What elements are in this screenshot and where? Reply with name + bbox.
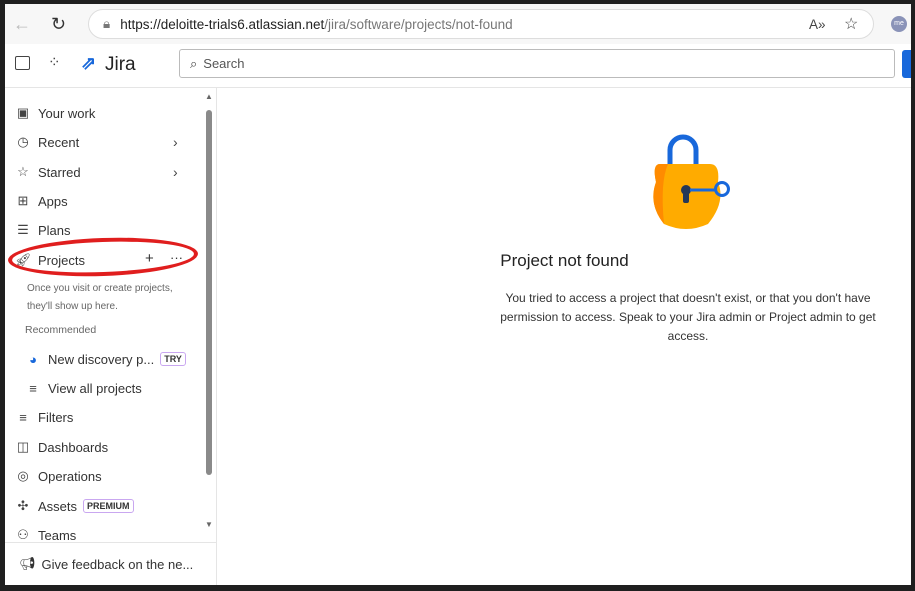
back-icon[interactable]: ← (13, 14, 31, 35)
app-name[interactable]: Jira (105, 54, 136, 76)
sidebar-item-view-all-projects[interactable]: ≡ View all projects (25, 377, 142, 399)
sidebar-item-new-discovery[interactable]: ◕ New discovery p... TRY (25, 348, 186, 370)
error-description: You tried to access a project that doesn… (500, 291, 876, 343)
sidebar-item-plans[interactable]: ☰ Plans (15, 219, 70, 241)
favorite-star-icon[interactable]: ☆ (844, 14, 858, 34)
jira-logo-icon[interactable]: ⇗ (81, 53, 96, 74)
sidebar-scrollbar[interactable] (206, 110, 212, 475)
padlock-illustration (653, 134, 730, 229)
dashboard-icon: ◫ (16, 439, 30, 454)
address-bar[interactable]: 🔒︎ https://deloitte-trials6.atlassian.ne… (88, 9, 874, 39)
chevron-right-icon[interactable]: › (173, 134, 178, 150)
sidebar-item-filters[interactable]: ≡ Filters (15, 406, 73, 428)
sidebar-item-apps[interactable]: ⊞ Apps (15, 190, 68, 212)
teams-icon: ⚇ (17, 527, 29, 542)
app-switcher-icon[interactable]: ⁘ (48, 53, 61, 71)
lock-icon: 🔒︎ (103, 16, 111, 31)
search-icon: ⌕ (190, 55, 198, 71)
scroll-up-icon[interactable]: ▲ (205, 92, 213, 101)
apps-icon: ⊞ (17, 193, 29, 208)
list-icon: ≡ (29, 380, 37, 396)
read-aloud-icon[interactable]: A» (809, 17, 826, 32)
create-button[interactable] (902, 50, 911, 78)
sidebar-item-assets[interactable]: ✣ Assets PREMIUM (15, 495, 134, 517)
chevron-right-icon[interactable]: › (173, 164, 178, 180)
browser-window: ← ↻ 🔒︎ https://deloitte-trials6.atlassia… (5, 4, 911, 585)
plans-icon: ☰ (17, 222, 29, 237)
red-annotation-circle (7, 234, 199, 280)
page-title: Project not found (500, 251, 629, 270)
discovery-icon: ◕ (29, 351, 37, 367)
browser-toolbar: ← ↻ 🔒︎ https://deloitte-trials6.atlassia… (5, 4, 911, 44)
your-work-icon: ▣ (16, 105, 30, 120)
sidebar-item-recent[interactable]: ◷ Recent (15, 131, 79, 153)
star-icon: ☆ (17, 164, 29, 179)
reload-icon[interactable]: ↻ (51, 14, 66, 35)
search-input[interactable]: ⌕ Search (179, 49, 895, 78)
profile-avatar[interactable]: me (891, 16, 907, 32)
sidebar: ▣ Your work ◷ Recent › ☆ Starred › ⊞ Apps ☰ P… (5, 88, 217, 585)
scroll-down-icon[interactable]: ▼ (205, 520, 213, 529)
operations-icon: ◎ (17, 468, 29, 483)
sidebar-item-starred[interactable]: ☆ Starred (15, 161, 80, 183)
sidebar-item-operations[interactable]: ◎ Operations (15, 465, 101, 487)
main-content: Project not found You tried to access a … (218, 88, 911, 585)
assets-icon: ✣ (17, 498, 29, 513)
megaphone-icon: 📢︎ (19, 556, 36, 571)
feedback-button[interactable]: 📢︎ Give feedback on the ne... (5, 542, 217, 585)
sidebar-item-dashboards[interactable]: ◫ Dashboards (15, 436, 108, 458)
filter-icon: ≡ (19, 409, 27, 425)
clock-icon: ◷ (17, 134, 29, 149)
jira-topbar: ⁘ ⇗ Jira ⌕ Search (5, 44, 911, 88)
sidebar-item-your-work[interactable]: ▣ Your work (15, 102, 95, 124)
sidebar-toggle-icon[interactable] (15, 56, 30, 70)
